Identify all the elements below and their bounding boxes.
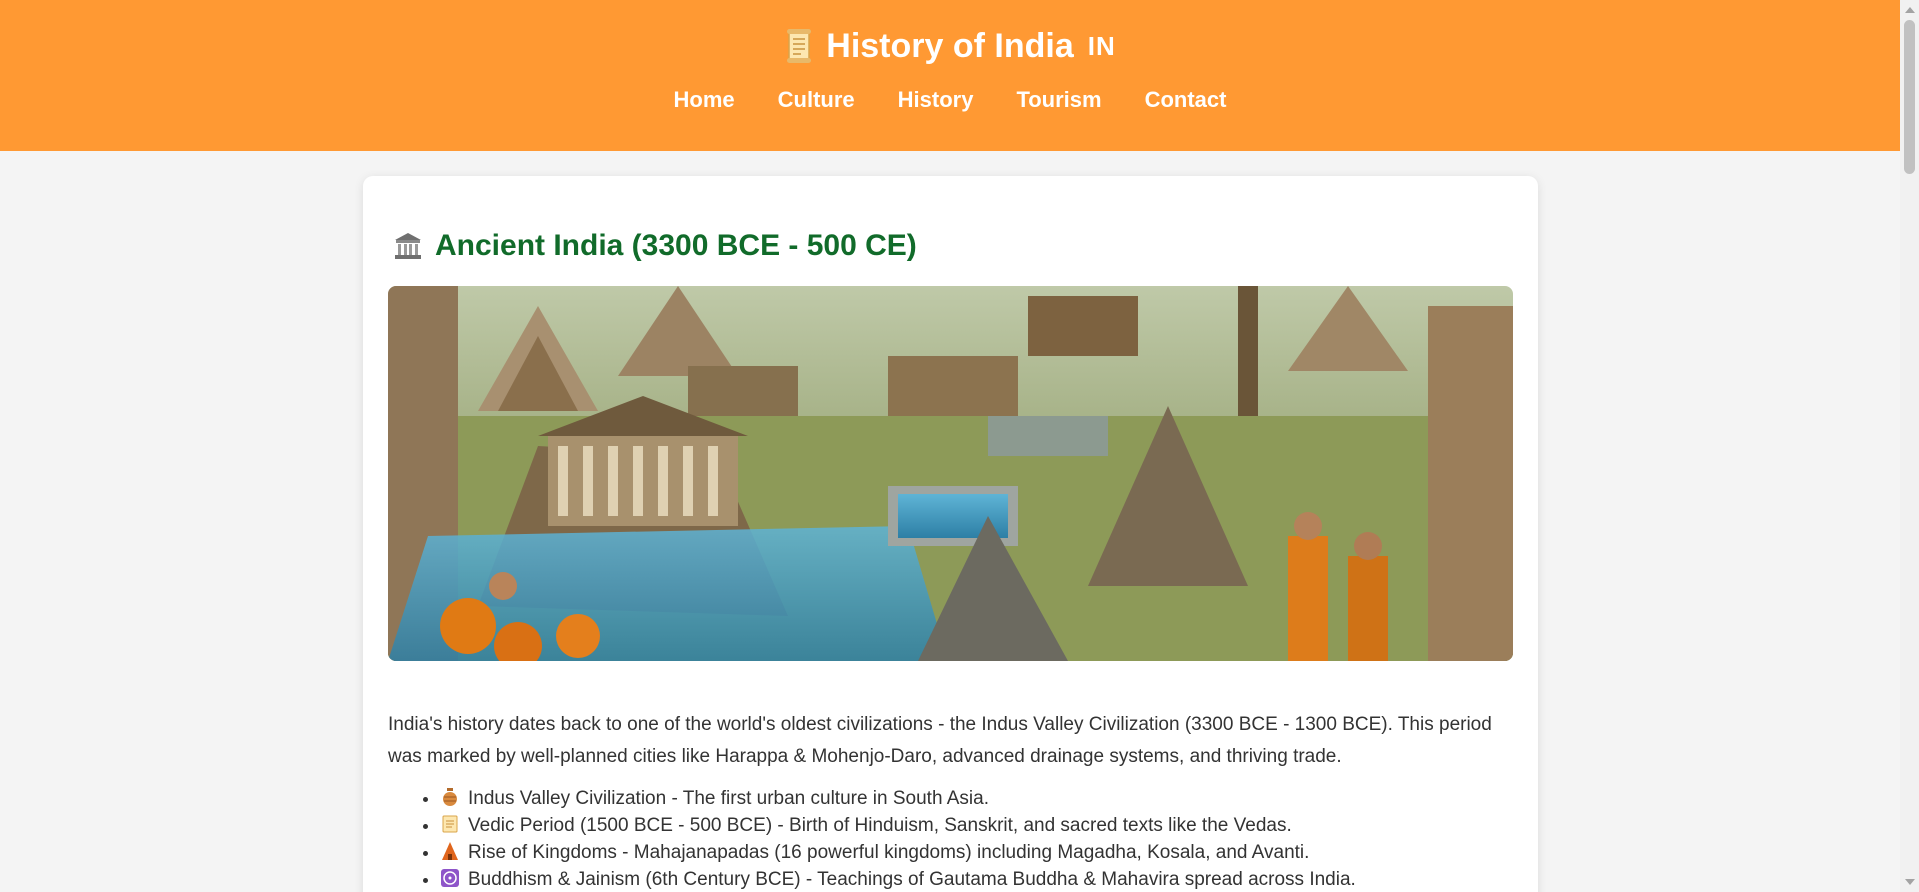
section-heading: Ancient India (3300 BCE - 500 CE) [388,226,1513,266]
classical-building-icon [395,233,421,259]
events-list: Indus Valley Civilization - The first ur… [388,785,1513,892]
hero-image [388,286,1513,661]
nav-tourism[interactable]: Tourism [1016,87,1101,113]
nav-history[interactable]: History [898,87,974,113]
scroll-icon [442,815,458,833]
list-item: Rise of Kingdoms - Mahajanapadas (16 pow… [440,839,1513,866]
event-text: Vedic Period (1500 BCE - 500 BCE) - Birt… [468,815,1292,836]
site-title: History of India IN [784,24,1115,68]
temple-icon [442,842,458,860]
scroll-icon [787,29,812,63]
site-header: History of India IN Home Culture History… [0,0,1900,151]
intro-paragraph: India's history dates back to one of the… [388,714,1492,767]
content-card: Ancient India (3300 BCE - 500 CE) India'… [363,176,1538,892]
event-text: Buddhism & Jainism (6th Century BCE) - T… [468,869,1356,890]
amphora-icon [443,788,457,806]
section-title: Ancient India (3300 BCE - 500 CE) [435,229,917,262]
nav-contact[interactable]: Contact [1145,87,1227,113]
dharma-wheel-icon [441,869,459,887]
scroll-down-icon[interactable] [1905,879,1915,885]
nav-culture[interactable]: Culture [778,87,855,113]
scrollbar-thumb[interactable] [1904,20,1915,174]
list-item: Buddhism & Jainism (6th Century BCE) - T… [440,866,1513,892]
event-text: Rise of Kingdoms - Mahajanapadas (16 pow… [468,842,1310,863]
scroll-up-icon[interactable] [1905,7,1915,13]
event-text: Indus Valley Civilization - The first ur… [468,788,989,809]
list-item: Vedic Period (1500 BCE - 500 BCE) - Birt… [440,812,1513,839]
site-title-text: History of India [826,26,1074,65]
vertical-scrollbar[interactable] [1900,0,1919,892]
main-nav: Home Culture History Tourism Contact [0,87,1900,113]
flag-code: IN [1087,30,1116,61]
nav-home[interactable]: Home [674,87,735,113]
list-item: Indus Valley Civilization - The first ur… [440,785,1513,812]
